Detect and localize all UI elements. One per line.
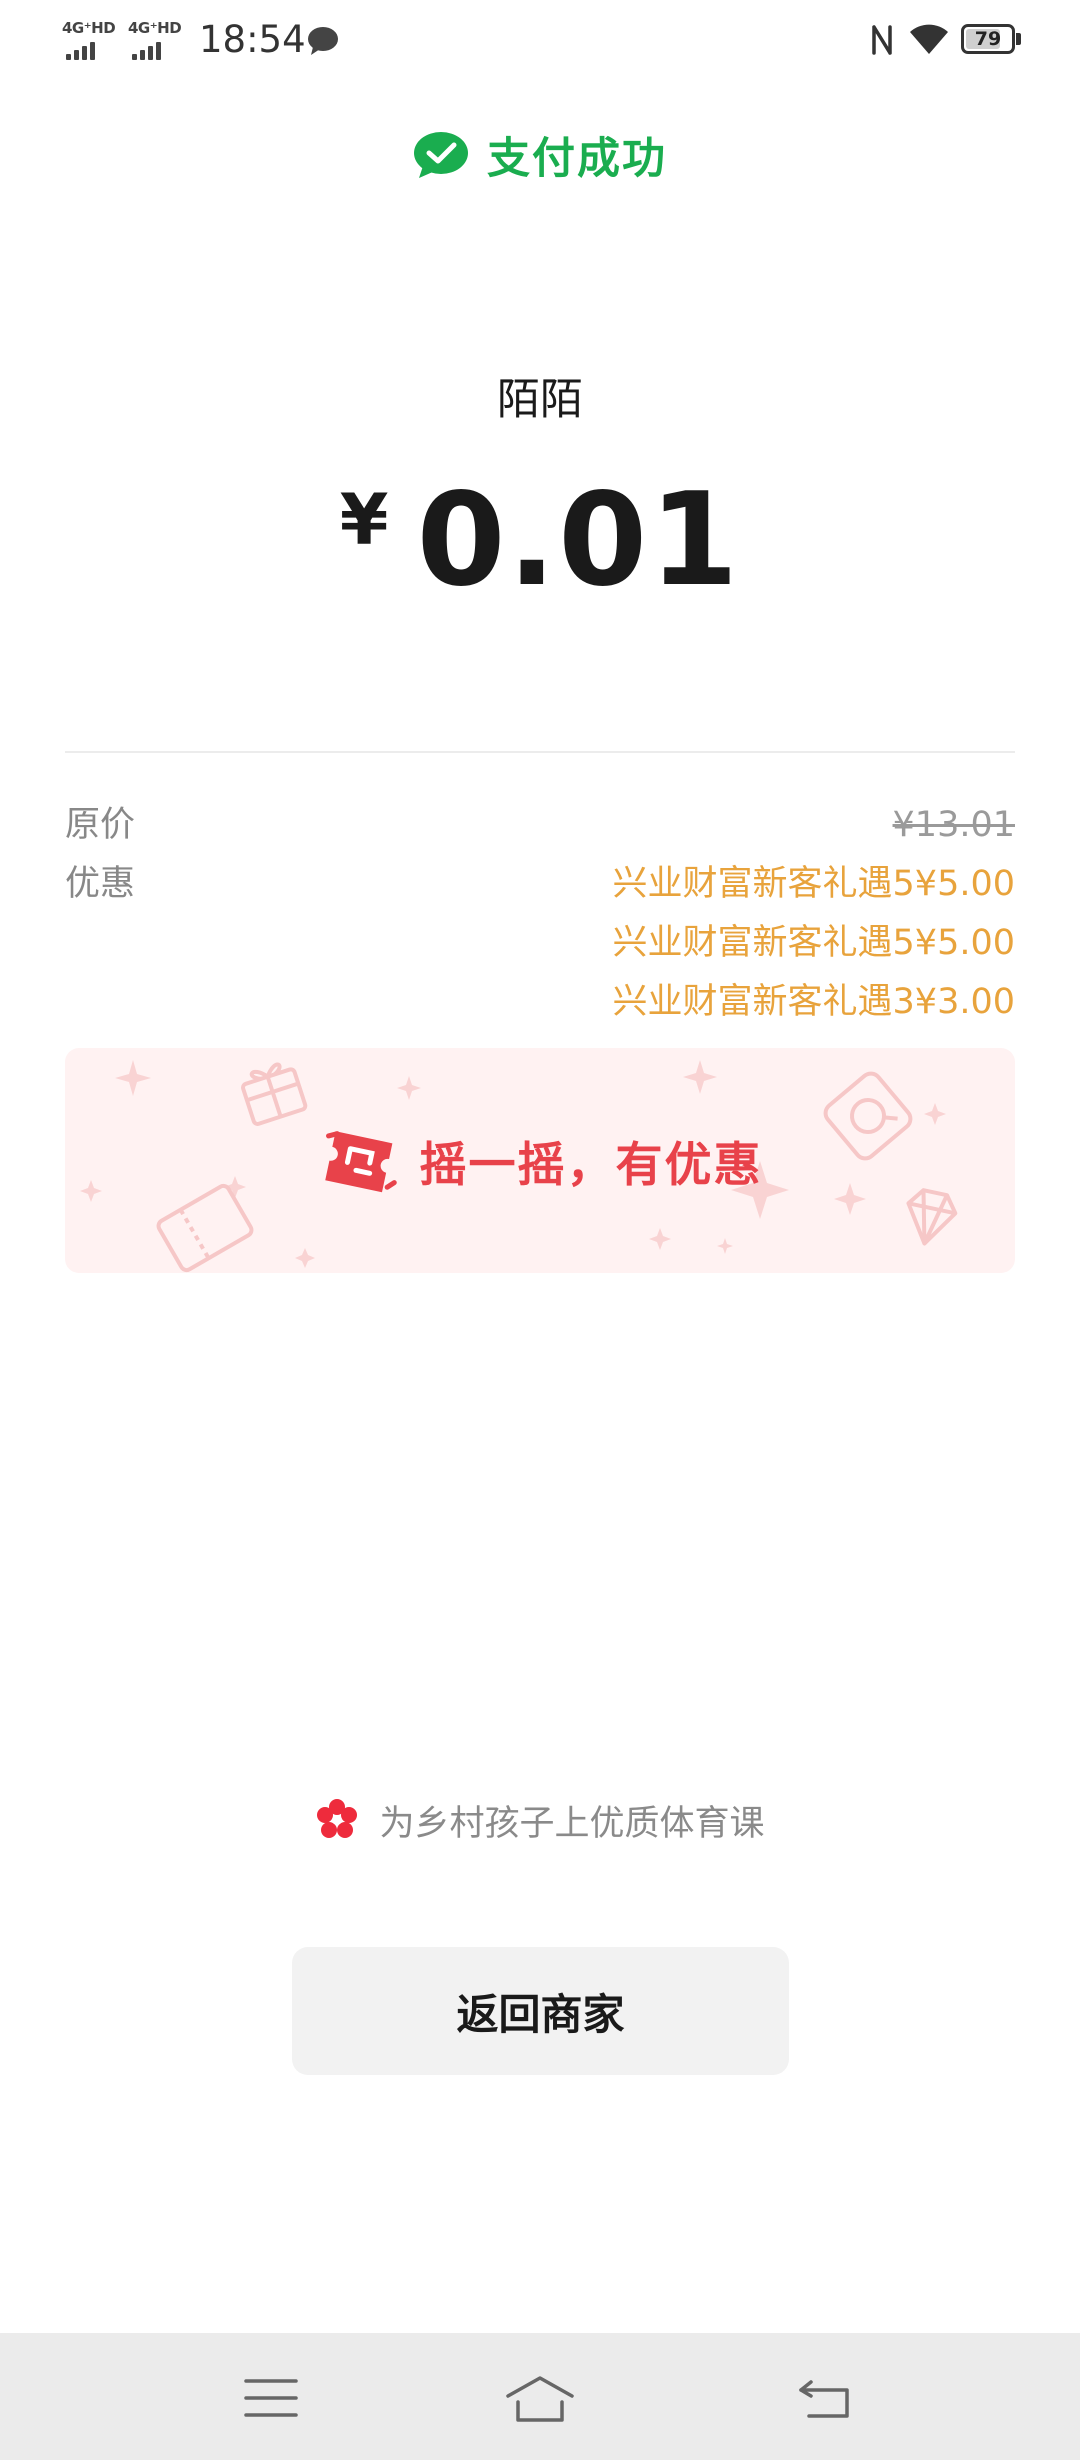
- original-price-label: 原价: [65, 805, 136, 845]
- wechat-pay-check-icon: [414, 132, 468, 178]
- discount-label: 优惠: [65, 864, 136, 904]
- battery-level: 79: [974, 28, 1002, 50]
- payment-success-screen: 4G⁺HD 4G⁺HD 18:54 79 支付成功 陌陌 ¥ 0.01 原价 ¥…: [0, 0, 1080, 2460]
- charity-text: 为乡村孩子上优质体育课: [379, 1803, 765, 1844]
- charity-info[interactable]: 为乡村孩子上优质体育课: [0, 1795, 1080, 1845]
- shake-promo-banner[interactable]: 摇一摇，有优惠: [65, 1048, 1015, 1273]
- merchant-name: 陌陌: [497, 375, 583, 425]
- payment-amount: ¥ 0.01: [0, 466, 1080, 615]
- menu-icon: [244, 2379, 298, 2417]
- home-button[interactable]: [495, 2353, 585, 2443]
- divider: [65, 751, 1015, 753]
- sim2-signal-icon: 4G⁺HD: [128, 20, 188, 60]
- sim1-network-label: 4G⁺HD: [62, 19, 116, 37]
- amount-value: 0.01: [416, 465, 741, 615]
- payment-success-header: 支付成功: [0, 125, 1080, 185]
- original-price-value: ¥13.01: [892, 805, 1015, 845]
- status-time: 18:54: [199, 18, 306, 61]
- menu-button[interactable]: [226, 2353, 316, 2443]
- home-icon: [506, 2376, 574, 2422]
- wifi-icon: [910, 24, 948, 54]
- nfc-icon: [872, 25, 892, 55]
- sim1-signal-icon: 4G⁺HD: [62, 20, 122, 60]
- red-flower-icon: [317, 1799, 358, 1838]
- discount-item: 兴业财富新客礼遇5¥5.00: [612, 864, 1015, 904]
- navigation-bar: [0, 2333, 1080, 2460]
- return-to-merchant-button[interactable]: 返回商家: [292, 1947, 789, 2075]
- currency-symbol: ¥: [339, 479, 389, 561]
- back-button[interactable]: [780, 2353, 870, 2443]
- shake-coupon-icon: [324, 1130, 397, 1192]
- battery-icon: 79: [961, 24, 1015, 54]
- discount-item: 兴业财富新客礼遇3¥3.00: [612, 982, 1015, 1022]
- message-notification-icon: [308, 27, 338, 55]
- status-bar: 4G⁺HD 4G⁺HD 18:54 79: [0, 0, 1080, 80]
- shake-promo-text: 摇一摇，有优惠: [419, 1138, 763, 1193]
- discount-item: 兴业财富新客礼遇5¥5.00: [612, 923, 1015, 963]
- back-icon: [799, 2380, 849, 2418]
- sim2-network-label: 4G⁺HD: [128, 19, 182, 37]
- payment-status-text: 支付成功: [487, 134, 667, 184]
